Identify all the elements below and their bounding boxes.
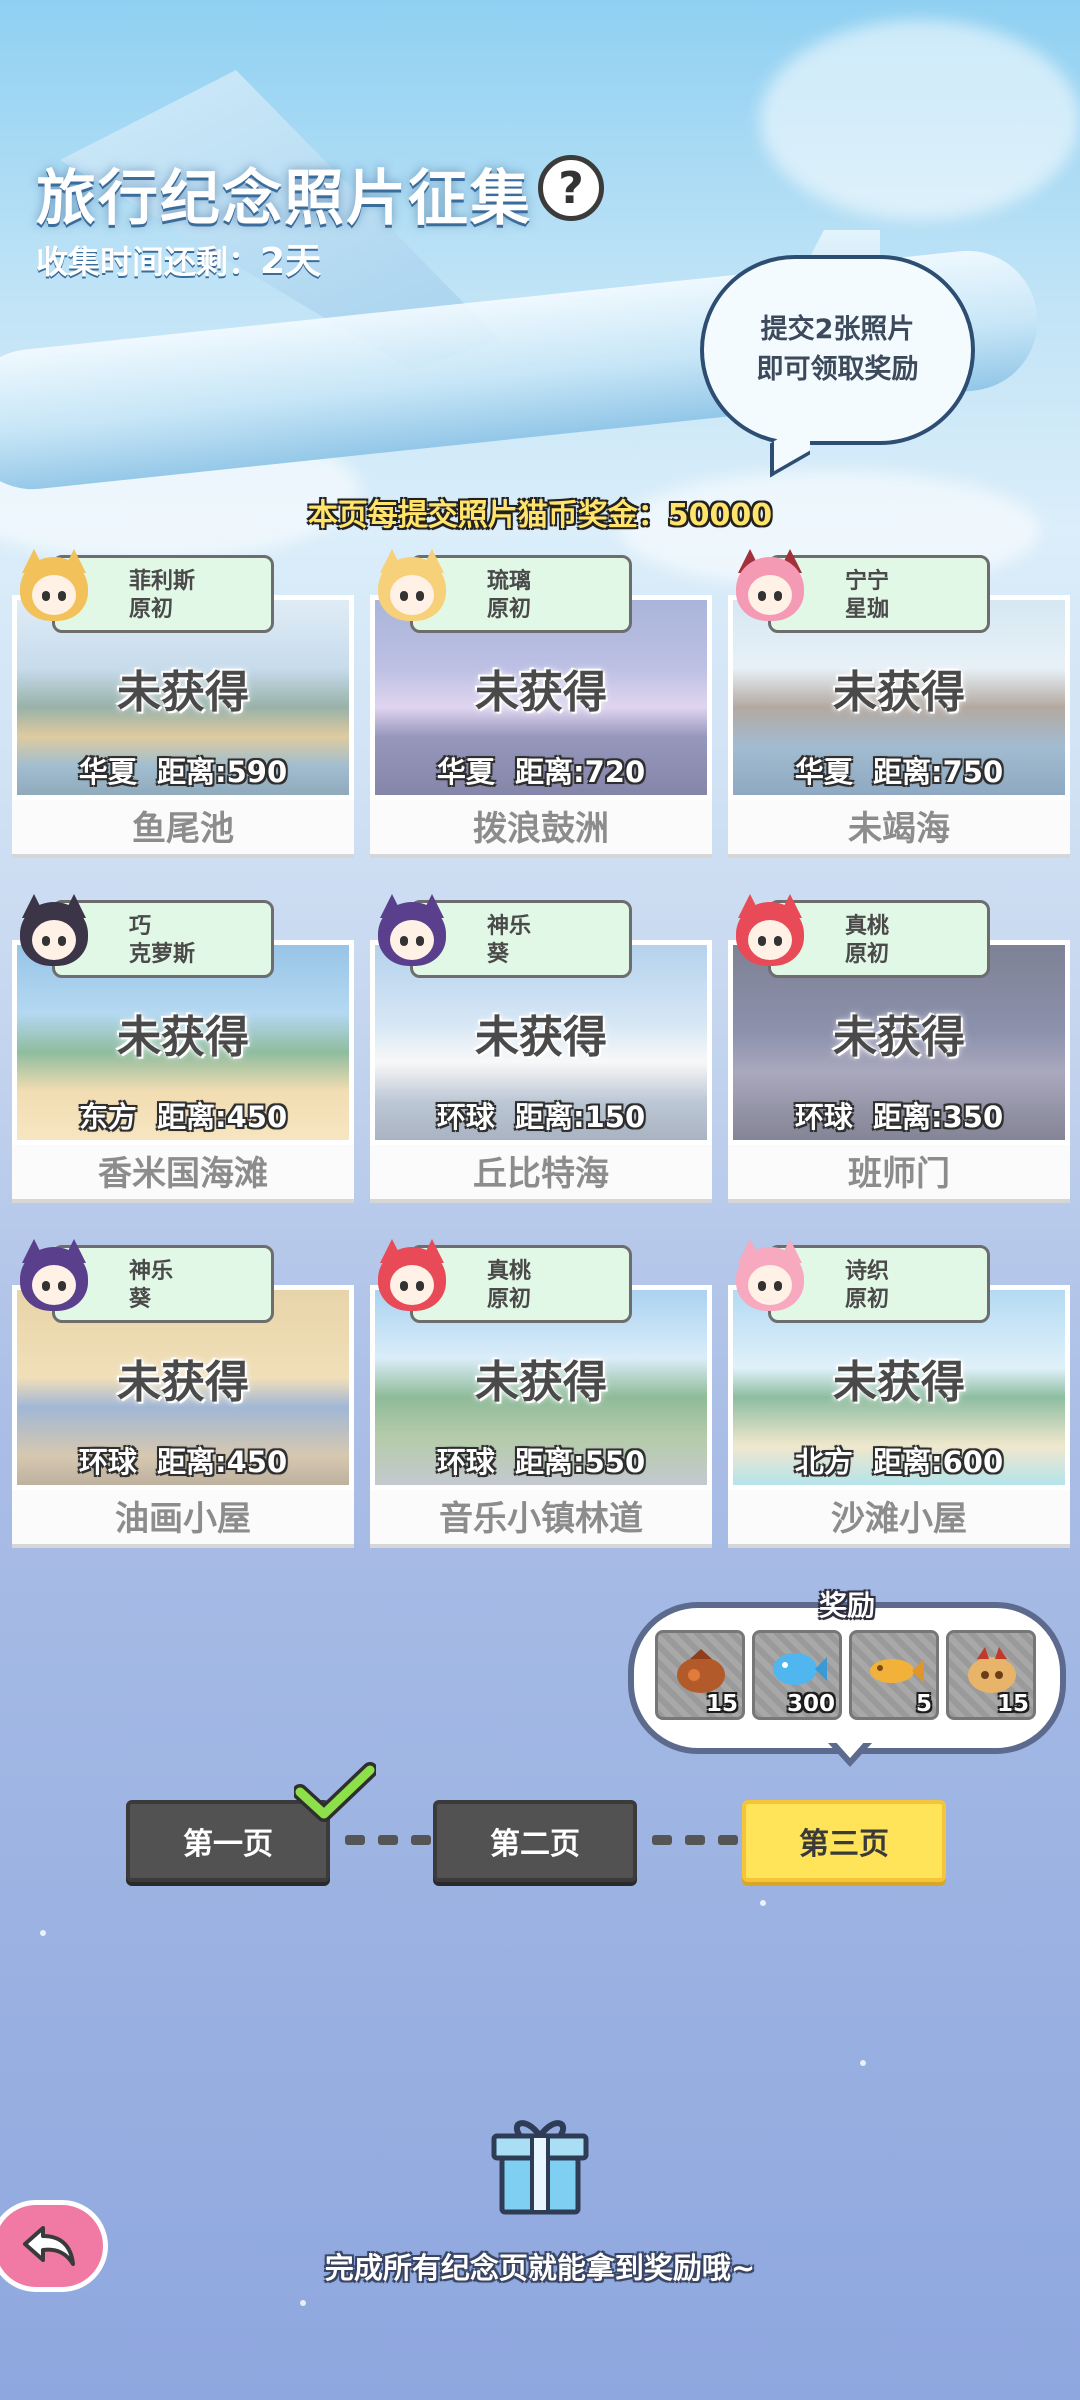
character-name: 真桃 xyxy=(845,914,890,939)
character-avatar xyxy=(736,1239,804,1313)
character-variant: 克萝斯 xyxy=(129,942,196,967)
location-name: 未竭海 xyxy=(728,800,1070,858)
character-variant: 原初 xyxy=(845,1287,890,1312)
distance-label: 东方 距离:450 xyxy=(78,1100,288,1134)
distance-label: 环球 距离:350 xyxy=(794,1100,1004,1134)
status-label: 未获得 xyxy=(117,1012,249,1063)
character-variant: 原初 xyxy=(845,942,890,967)
character-name: 神乐 xyxy=(129,1259,174,1284)
status-label: 未获得 xyxy=(475,1357,607,1408)
distance-label: 环球 距离:550 xyxy=(436,1445,646,1479)
character-variant: 星珈 xyxy=(845,597,890,622)
character-avatar xyxy=(20,894,88,968)
status-label: 未获得 xyxy=(117,1357,249,1408)
distance-label: 北方 距离:600 xyxy=(794,1445,1004,1479)
photo-card[interactable]: 未获得 环球 距离:150 丘比特海 神乐 葵 xyxy=(370,894,712,1218)
character-avatar xyxy=(736,549,804,623)
photo-card[interactable]: 未获得 东方 距离:450 香米国海滩 巧 克萝斯 xyxy=(12,894,354,1218)
photo-card[interactable]: 未获得 华夏 距离:750 未竭海 宁宁 星珈 xyxy=(728,549,1070,873)
checkmark-icon xyxy=(294,1762,376,1822)
character-name: 真桃 xyxy=(487,1259,532,1284)
fish-bag-icon[interactable]: 15 xyxy=(655,1630,745,1720)
distance-label: 华夏 距离:750 xyxy=(794,755,1004,789)
location-name: 拨浪鼓洲 xyxy=(370,800,712,858)
status-label: 未获得 xyxy=(833,667,965,718)
character-name: 神乐 xyxy=(487,914,532,939)
character-variant: 原初 xyxy=(487,1287,532,1312)
back-arrow-icon xyxy=(23,2226,75,2266)
reward-qty: 5 xyxy=(915,1691,932,1717)
character-avatar xyxy=(378,549,446,623)
location-name: 鱼尾池 xyxy=(12,800,354,858)
status-label: 未获得 xyxy=(475,667,607,718)
photo-card[interactable]: 未获得 环球 距离:350 班师门 真桃 原初 xyxy=(728,894,1070,1218)
page-3-button[interactable]: 第三页 xyxy=(742,1800,946,1882)
back-button[interactable] xyxy=(0,2200,108,2292)
distance-label: 华夏 距离:590 xyxy=(78,755,288,789)
character-variant: 葵 xyxy=(129,1287,152,1312)
character-variant: 原初 xyxy=(487,597,532,622)
location-name: 油画小屋 xyxy=(12,1490,354,1548)
status-label: 未获得 xyxy=(117,667,249,718)
distance-label: 华夏 距离:720 xyxy=(436,755,646,789)
reward-title: 奖励 xyxy=(818,1589,875,1622)
location-name: 音乐小镇林道 xyxy=(370,1490,712,1548)
character-name: 诗织 xyxy=(845,1259,890,1284)
location-name: 丘比特海 xyxy=(370,1145,712,1203)
character-name: 巧 xyxy=(129,914,152,939)
status-label: 未获得 xyxy=(833,1357,965,1408)
location-name: 沙滩小屋 xyxy=(728,1490,1070,1548)
page-2-button[interactable]: 第二页 xyxy=(433,1800,637,1882)
character-name: 宁宁 xyxy=(845,569,890,594)
time-remaining: 收集时间还剩：2天 xyxy=(36,232,321,284)
character-avatar xyxy=(378,894,446,968)
character-name: 菲利斯 xyxy=(129,569,196,594)
cat-pouch-icon[interactable]: 15 xyxy=(946,1630,1036,1720)
photo-card[interactable]: 未获得 环球 距离:450 油画小屋 神乐 葵 xyxy=(12,1239,354,1563)
gift-icon[interactable] xyxy=(486,2110,594,2218)
bonus-text: 本页每提交照片猫币奖金：50000 xyxy=(307,498,773,533)
hint-line-1: 提交2张照片 xyxy=(760,314,915,345)
reward-qty: 300 xyxy=(786,1691,835,1717)
photo-card[interactable]: 未获得 华夏 距离:720 拨浪鼓洲 琉璃 原初 xyxy=(370,549,712,873)
golden-fish-icon[interactable]: 5 xyxy=(849,1630,939,1720)
location-name: 班师门 xyxy=(728,1145,1070,1203)
hint-line-2: 即可领取奖励 xyxy=(756,354,919,385)
photo-card[interactable]: 未获得 北方 距离:600 沙滩小屋 诗织 原初 xyxy=(728,1239,1070,1563)
character-avatar xyxy=(736,894,804,968)
photo-card[interactable]: 未获得 环球 距离:550 音乐小镇林道 真桃 原初 xyxy=(370,1239,712,1563)
footer-text: 完成所有纪念页就能拿到奖励哦~ xyxy=(324,2251,756,2285)
status-label: 未获得 xyxy=(833,1012,965,1063)
status-label: 未获得 xyxy=(475,1012,607,1063)
character-avatar xyxy=(20,549,88,623)
reward-qty: 15 xyxy=(705,1691,738,1717)
character-variant: 葵 xyxy=(487,942,510,967)
location-name: 香米国海滩 xyxy=(12,1145,354,1203)
hint-bubble: 提交2张照片 即可领取奖励 xyxy=(700,255,975,445)
help-icon[interactable]: ? xyxy=(538,155,604,221)
photo-card[interactable]: 未获得 华夏 距离:590 鱼尾池 菲利斯 原初 xyxy=(12,549,354,873)
distance-label: 环球 距离:150 xyxy=(436,1100,646,1134)
distance-label: 环球 距离:450 xyxy=(78,1445,288,1479)
reward-qty: 15 xyxy=(996,1691,1029,1717)
blue-fish-icon[interactable]: 300 xyxy=(752,1630,842,1720)
character-name: 琉璃 xyxy=(487,569,532,594)
page-title: 旅行纪念照片征集 xyxy=(36,164,532,234)
time-label: 收集时间还剩： xyxy=(36,243,261,281)
character-variant: 原初 xyxy=(129,597,174,622)
character-avatar xyxy=(20,1239,88,1313)
time-value: 2天 xyxy=(260,241,322,282)
character-avatar xyxy=(378,1239,446,1313)
